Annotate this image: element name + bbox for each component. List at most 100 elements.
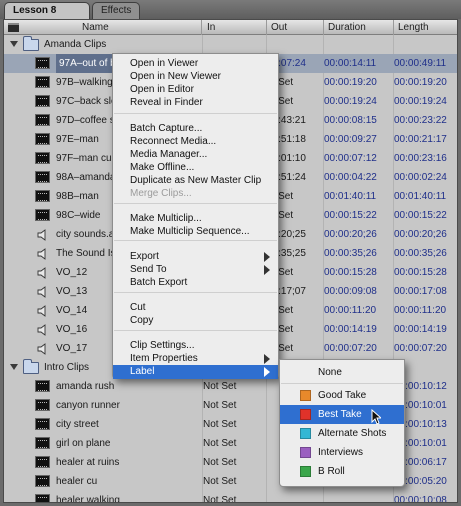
label-interviews-item[interactable]: Interviews (280, 443, 404, 462)
send-to-item[interactable]: Send To (113, 263, 278, 276)
column-out[interactable]: Out (267, 20, 324, 35)
make-offline-item[interactable]: Make Offline... (113, 161, 278, 174)
clip-duration: 00:00:07:12 (324, 153, 377, 164)
duplicate-master-clip-item[interactable]: Duplicate as New Master Clip (113, 174, 278, 187)
video-clip-icon (35, 437, 50, 449)
video-clip-icon (35, 171, 50, 183)
video-clip-icon (35, 456, 50, 468)
clip-duration: 00:00:09:27 (324, 134, 377, 145)
menu-item-label: Open in New Viewer (130, 71, 221, 82)
clip-duration: 00:00:11:20 (324, 305, 377, 316)
clip-in: Not Set (203, 400, 237, 411)
export-item[interactable]: Export (113, 250, 278, 263)
label-name: Alternate Shots (318, 428, 387, 439)
label-best-take-item[interactable]: Best Take (280, 405, 404, 425)
media-manager-item[interactable]: Media Manager... (113, 148, 278, 161)
column-length[interactable]: Length (394, 20, 457, 35)
clip-length: 00:00:23:22 (394, 115, 447, 126)
submenu-arrow-icon (264, 354, 270, 364)
color-swatch-icon (300, 466, 311, 477)
clip-in: Not Set (203, 438, 237, 449)
menu-item-label: Send To (130, 264, 167, 275)
clip-duration: 00:00:04:22 (324, 172, 377, 183)
audio-clip-icon (37, 267, 46, 279)
batch-export-item[interactable]: Batch Export (113, 276, 278, 289)
menu-item-label: Merge Clips... (130, 188, 192, 199)
menu-item-label: Label (130, 366, 155, 377)
clip-name: amanda rush (56, 381, 115, 392)
column-name[interactable]: Name (22, 20, 202, 35)
audio-clip-icon (37, 248, 46, 260)
tab-lesson-8-project[interactable]: Lesson 8 Project (4, 2, 90, 32)
clip-in: Not Set (203, 457, 237, 468)
clip-length: 00:00:14:19 (394, 324, 447, 335)
disclosure-triangle-icon[interactable] (10, 364, 18, 370)
disclosure-triangle-icon[interactable] (10, 41, 18, 47)
column-in[interactable]: In (203, 20, 267, 35)
clip-in: Not Set (203, 381, 237, 392)
cut-item[interactable]: Cut (113, 301, 278, 314)
audio-clip-icon (37, 305, 46, 317)
clip-length: 00:00:21:17 (394, 134, 447, 145)
clapper-icon (8, 23, 19, 32)
menu-item-label: Export (130, 251, 159, 262)
clip-duration: 00:00:15:22 (324, 210, 377, 221)
color-swatch-icon (300, 428, 311, 439)
color-swatch-icon (300, 447, 311, 458)
label-good-take-item[interactable]: Good Take (280, 386, 404, 405)
batch-capture-item[interactable]: Batch Capture... (113, 122, 278, 135)
clip-length: 00:00:15:22 (394, 210, 447, 221)
clip-duration: 00:00:08:15 (324, 115, 377, 126)
clip-length: 00:00:19:20 (394, 77, 447, 88)
audio-clip-icon (37, 324, 46, 336)
open-in-new-viewer-item[interactable]: Open in New Viewer (113, 70, 278, 83)
tab-effects[interactable]: Effects (92, 2, 140, 19)
clip-length: 00:00:23:16 (394, 153, 447, 164)
video-clip-icon (35, 95, 50, 107)
clip-duration (324, 491, 392, 502)
bin-folder-icon (23, 359, 39, 374)
clip-name: healer walking (56, 495, 120, 503)
menu-item-label: Media Manager... (130, 149, 208, 160)
menu-item-label: Open in Editor (130, 84, 194, 95)
make-multiclip-item[interactable]: Make Multiclip... (113, 212, 278, 225)
open-in-editor-item[interactable]: Open in Editor (113, 83, 278, 96)
label-alternate-shots-item[interactable]: Alternate Shots (280, 424, 404, 443)
clip-length: 00:00:11:20 (394, 305, 447, 316)
item-properties-item[interactable]: Item Properties (113, 352, 278, 365)
clip-out (267, 35, 323, 54)
clip-name: healer cu (56, 476, 98, 487)
audio-clip-icon (37, 343, 46, 355)
clip-row[interactable]: healer walking Not Set 00:00:10:08 (4, 491, 457, 503)
menu-separator (114, 113, 277, 114)
reconnect-media-item[interactable]: Reconnect Media... (113, 135, 278, 148)
clip-length: 00:00:10:08 (394, 495, 447, 503)
clip-duration: 00:01:40:11 (324, 191, 377, 202)
clip-in: Not Set (203, 495, 237, 503)
label-name: None (318, 367, 342, 378)
label-none-item[interactable]: None (280, 363, 404, 381)
menu-item-label: Clip Settings... (130, 340, 195, 351)
label-b-roll-item[interactable]: B Roll (280, 462, 404, 481)
menu-item-label: Reconnect Media... (130, 136, 217, 147)
tab-bar: Lesson 8 Project Effects (0, 0, 461, 32)
clip-settings-item[interactable]: Clip Settings... (113, 339, 278, 352)
video-clip-icon (35, 475, 50, 487)
copy-item[interactable]: Copy (113, 314, 278, 327)
clip-length (394, 35, 457, 54)
submenu-arrow-icon (264, 367, 270, 377)
reveal-in-finder-item[interactable]: Reveal in Finder (113, 96, 278, 109)
menu-separator (114, 240, 277, 241)
clip-length: 00:00:35;26 (394, 248, 447, 259)
clip-length: 00:00:02:24 (394, 172, 447, 183)
column-duration[interactable]: Duration (324, 20, 394, 35)
clip-length: 00:00:20;26 (394, 229, 447, 240)
bin-row[interactable]: Amanda Clips (4, 35, 457, 54)
clip-name: girl on plane (56, 438, 111, 449)
make-multiclip-sequence-item[interactable]: Make Multiclip Sequence... (113, 225, 278, 238)
label-item[interactable]: Label (113, 365, 278, 379)
column-header: Name In Out Duration Length (4, 20, 457, 35)
clip-length: 00:00:07:20 (394, 343, 447, 354)
open-in-viewer-item[interactable]: Open in Viewer (113, 57, 278, 70)
label-name: Best Take (318, 409, 362, 420)
